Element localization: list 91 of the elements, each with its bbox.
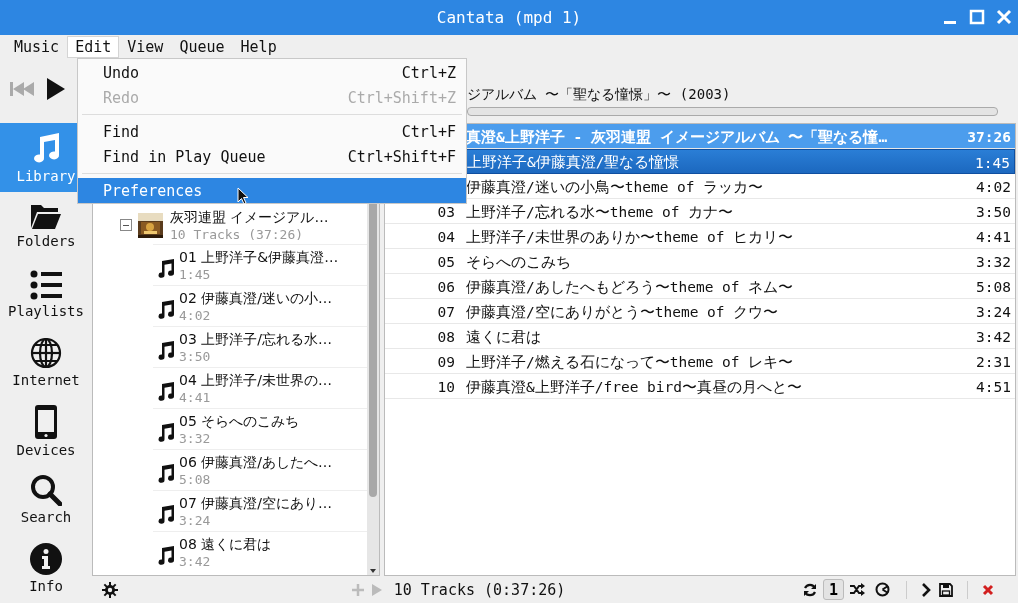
track-title: 伊藤真澄&上野洋子/free bird〜真昼の月へと〜 — [466, 377, 804, 397]
music-note-icon — [157, 299, 175, 319]
track-count: 10 Tracks (0:37:26) — [393, 580, 566, 599]
track-duration: 5:08 — [179, 471, 212, 487]
track-title[interactable]: 08 遠くに君は — [179, 535, 272, 554]
track-title: 上野洋子&伊藤真澄/聖なる憧憬 — [467, 153, 681, 172]
progress-slider[interactable] — [467, 107, 998, 116]
queue-row[interactable]: 10 伊藤真澄&上野洋子/free bird〜真昼の月へと〜 4:51 — [385, 374, 1015, 399]
scroll-down-icon[interactable] — [370, 569, 376, 573]
album-title[interactable]: 灰羽連盟 イメージアル… — [170, 208, 329, 227]
track-number: 07 — [437, 304, 455, 320]
track-title[interactable]: 06 伊藤真澄/あしたへ… — [179, 453, 332, 472]
menu-bar-item[interactable]: Help — [232, 35, 285, 58]
track-duration: 4:02 — [976, 179, 1012, 195]
sidebar-item[interactable]: Search — [0, 465, 92, 534]
track-duration: 4:02 — [179, 307, 212, 323]
track-title: 上野洋子/忘れる水〜theme of カナ〜 — [466, 202, 735, 222]
globe-icon — [30, 337, 62, 370]
single-button[interactable]: 1 — [823, 579, 844, 600]
music-note-icon — [157, 258, 175, 278]
track-title: そらへのこみち — [466, 252, 572, 272]
queue-row[interactable]: 08 遠くに君は 3:42 — [385, 324, 1015, 349]
search-icon — [30, 474, 62, 507]
queue-row[interactable]: 09 上野洋子/燃える石になって〜theme of レキ〜 2:31 — [385, 349, 1015, 374]
track-number: 10 — [437, 379, 455, 395]
repeat-icon — [803, 582, 817, 597]
menu-item[interactable]: Undo Ctrl+Z — [78, 60, 466, 85]
track-duration: 3:32 — [179, 430, 212, 446]
sidebar-item[interactable]: Playlists — [0, 260, 92, 329]
track-duration: 2:31 — [976, 354, 1012, 370]
phone-icon — [35, 404, 57, 439]
music-note-icon — [157, 463, 175, 483]
queue-row[interactable]: 04 上野洋子/未世界のありか〜theme of ヒカリ〜 4:41 — [385, 224, 1015, 249]
menu-bar-item[interactable]: Music — [6, 35, 68, 58]
sidebar-item[interactable]: Devices — [0, 397, 92, 466]
music-note-icon — [157, 340, 175, 360]
menu-bar-item[interactable]: Queue — [171, 35, 233, 58]
maximize-icon[interactable] — [969, 9, 985, 25]
track-title: 伊藤真澄/あしたへもどろう〜theme of ネム〜 — [466, 277, 795, 297]
music-note-icon — [157, 504, 175, 524]
track-duration: 4:41 — [976, 229, 1012, 245]
track-number: 08 — [437, 329, 455, 345]
track-duration: 3:42 — [179, 553, 212, 569]
music-note-icon — [157, 422, 175, 442]
sidebar-item[interactable]: Internet — [0, 328, 92, 397]
track-number: 04 — [437, 229, 455, 245]
queue-row[interactable]: 05 そらへのこみち 3:32 — [385, 249, 1015, 274]
track-title[interactable]: 05 そらへのこみち — [179, 412, 300, 431]
menu-bar-item[interactable]: View — [119, 35, 172, 58]
menu-item[interactable]: Preferences — [78, 178, 466, 203]
track-duration: 3:50 — [179, 348, 212, 364]
collapse-icon[interactable] — [120, 219, 132, 231]
track-title: 伊藤真澄/迷いの小鳥〜theme of ラッカ〜 — [466, 177, 765, 197]
menu-bar-item[interactable]: Edit — [67, 35, 120, 58]
track-duration: 3:32 — [976, 254, 1012, 270]
track-number: 03 — [437, 204, 455, 220]
sidebar-item[interactable]: Info — [0, 534, 92, 603]
track-duration: 37:26 — [967, 129, 1012, 145]
window-title: Cantata (mpd 1) — [436, 8, 582, 27]
track-number: 09 — [437, 354, 455, 370]
queue-row[interactable]: 07 伊藤真澄/空にありがとう〜theme of クウ〜 3:24 — [385, 299, 1015, 324]
track-duration: 4:41 — [179, 389, 212, 405]
close-icon[interactable] — [996, 9, 1012, 25]
track-title: 遠くに君は — [466, 327, 542, 347]
track-title: 上野洋子/未世界のありか〜theme of ヒカリ〜 — [466, 227, 795, 247]
track-duration: 3:42 — [976, 329, 1012, 345]
folder-icon — [30, 202, 62, 231]
track-duration: 3:50 — [976, 204, 1012, 220]
track-duration: 1:45 — [975, 154, 1011, 171]
track-title[interactable]: 04 上野洋子/未世界の… — [179, 371, 332, 390]
track-number: 05 — [437, 254, 455, 270]
track-duration: 1:45 — [179, 266, 212, 282]
track-duration: 3:24 — [179, 512, 212, 528]
track-number: 06 — [437, 279, 455, 295]
track-title[interactable]: 03 上野洋子/忘れる水… — [179, 330, 332, 349]
music-note-icon — [157, 381, 175, 401]
list-icon — [30, 269, 62, 300]
track-duration: 5:08 — [976, 279, 1012, 295]
queue-row[interactable]: 06 伊藤真澄/あしたへもどろう〜theme of ネム〜 5:08 — [385, 274, 1015, 299]
music-note-icon — [157, 545, 175, 565]
track-title[interactable]: 02 伊藤真澄/迷いの小… — [179, 289, 332, 308]
track-duration: 4:51 — [976, 379, 1012, 395]
track-title[interactable]: 01 上野洋子&伊藤真澄… — [179, 248, 339, 267]
track-title[interactable]: 07 伊藤真澄/空にあり… — [179, 494, 332, 513]
album-header: 真澄&上野洋子 - 灰羽連盟 イメージアルバム 〜「聖なる憧… — [466, 127, 889, 147]
info-icon — [30, 542, 62, 575]
track-duration: 3:24 — [976, 304, 1012, 320]
now-playing-text: ジアルバム 〜「聖なる憧憬」〜 (2003) — [467, 86, 731, 104]
track-title: 伊藤真澄/空にありがとう〜theme of クウ〜 — [466, 302, 780, 322]
album-info: 10 Tracks (37:26) — [170, 226, 305, 242]
track-title: 上野洋子/燃える石になって〜theme of レキ〜 — [466, 352, 795, 372]
